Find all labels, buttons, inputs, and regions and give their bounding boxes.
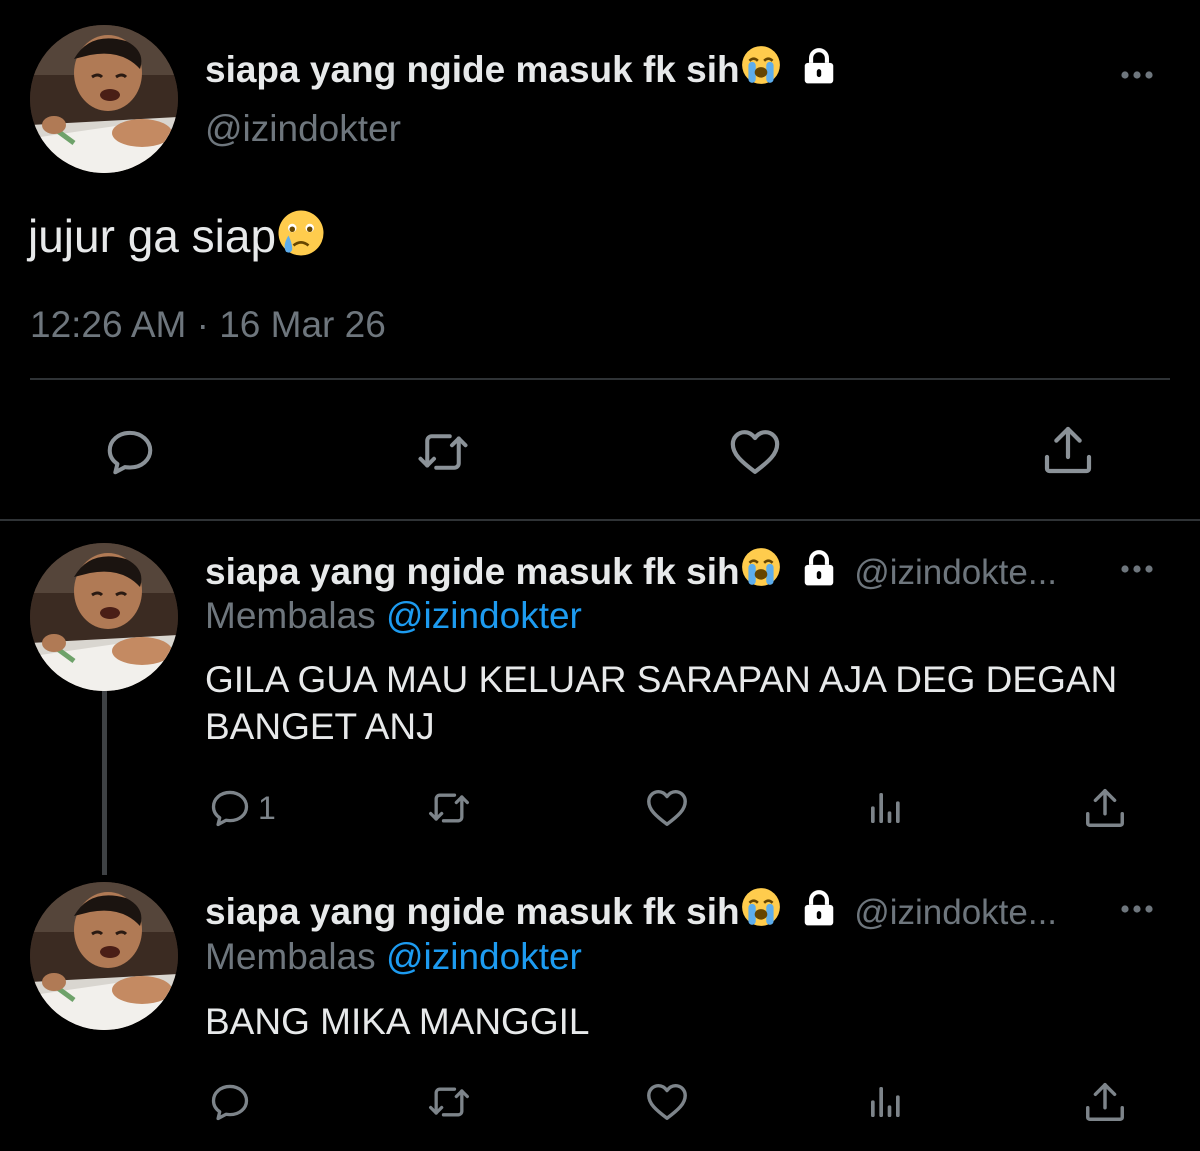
more-options-icon[interactable] <box>1118 562 1156 580</box>
replying-to-label: Membalas <box>205 936 376 977</box>
reply-button[interactable] <box>103 425 157 479</box>
replying-to: Membalas @izindokter <box>205 935 582 979</box>
share-button[interactable] <box>1082 1079 1128 1125</box>
reply-icon <box>103 425 157 479</box>
tweet-text-line: GILA GUA MAU KELUAR SARAPAN AJA DEG DEGA… <box>205 659 1118 700</box>
display-name[interactable]: siapa yang ngide masuk fk sih <box>205 891 740 932</box>
analytics-button[interactable] <box>866 788 906 828</box>
reply-header: siapa yang ngide masuk fk sih @izindokte… <box>205 546 1057 596</box>
display-name-text: siapa yang ngide masuk fk sih <box>205 49 740 90</box>
analytics-icon <box>866 1082 906 1122</box>
more-options-icon[interactable] <box>1118 68 1156 86</box>
avatar[interactable] <box>30 543 178 691</box>
lock-icon <box>800 549 838 587</box>
replying-to: Membalas @izindokter <box>205 594 582 638</box>
handle[interactable]: @izindokter <box>205 106 401 152</box>
share-icon <box>1082 1079 1128 1125</box>
reply-icon <box>208 1080 252 1124</box>
tweet-text-line: BANGET ANJ <box>205 706 435 747</box>
tweet-text: jujur ga siap <box>28 208 326 264</box>
retweet-button[interactable] <box>423 786 475 830</box>
avatar[interactable] <box>30 882 178 1030</box>
reply-header: siapa yang ngide masuk fk sih @izindokte… <box>205 886 1057 936</box>
tweet-text: GILA GUA MAU KELUAR SARAPAN AJA DEG DEGA… <box>205 656 1117 750</box>
analytics-icon <box>866 788 906 828</box>
timestamp[interactable]: 12:26 AM · 16 Mar 26 <box>30 302 386 348</box>
replying-to-label: Membalas <box>205 595 376 636</box>
tweet-text-content: jujur ga siap <box>28 210 277 262</box>
display-name[interactable]: siapa yang ngide masuk fk sih <box>205 551 740 592</box>
retweet-icon <box>412 425 474 479</box>
face-holding-back-tears-emoji-icon <box>276 208 326 258</box>
retweet-button[interactable] <box>423 1080 475 1124</box>
share-button[interactable] <box>1082 785 1128 831</box>
avatar[interactable] <box>30 25 178 173</box>
like-icon <box>727 424 783 480</box>
divider <box>30 378 1170 380</box>
retweet-icon <box>423 786 475 830</box>
loudly-crying-face-emoji-icon <box>740 886 782 928</box>
reply-icon <box>208 786 252 830</box>
like-icon <box>644 785 690 831</box>
more-options-icon[interactable] <box>1118 902 1156 920</box>
mention-link[interactable]: @izindokter <box>386 936 582 977</box>
tweet-text: BANG MIKA MANGGIL <box>205 998 589 1045</box>
loudly-crying-face-emoji-icon <box>740 546 782 588</box>
retweet-icon <box>423 1080 475 1124</box>
section-divider <box>0 519 1200 521</box>
like-button[interactable] <box>727 424 783 480</box>
share-icon <box>1082 785 1128 831</box>
share-button[interactable] <box>1040 422 1096 478</box>
retweet-button[interactable] <box>412 425 474 479</box>
like-button[interactable] <box>644 1079 690 1125</box>
loudly-crying-face-emoji-icon <box>740 44 782 86</box>
like-button[interactable] <box>644 785 690 831</box>
like-icon <box>644 1079 690 1125</box>
thread-line <box>102 690 107 875</box>
display-name[interactable]: siapa yang ngide masuk fk sih <box>205 44 838 93</box>
reply-count: 1 <box>258 789 276 826</box>
share-icon <box>1040 422 1096 478</box>
mention-link[interactable]: @izindokter <box>386 595 582 636</box>
lock-icon <box>800 47 838 85</box>
reply-button[interactable] <box>208 1080 252 1124</box>
analytics-button[interactable] <box>866 1082 906 1122</box>
reply-button[interactable]: 1 <box>208 786 276 830</box>
handle[interactable]: @izindokte... <box>854 553 1057 592</box>
handle[interactable]: @izindokte... <box>854 893 1057 932</box>
lock-icon <box>800 889 838 927</box>
tweet-text-line: BANG MIKA MANGGIL <box>205 1001 590 1042</box>
